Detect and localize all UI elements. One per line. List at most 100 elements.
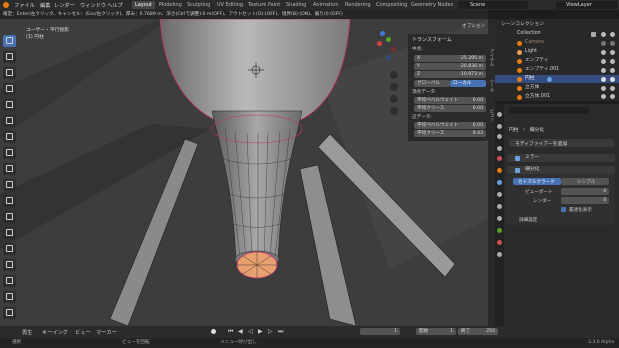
- vertex-crease-field[interactable]: 平均クリース 0.00: [414, 105, 486, 112]
- edge-crease-field[interactable]: 平均クリース 0.43: [414, 130, 486, 137]
- camera-render-icon[interactable]: [610, 77, 615, 82]
- eye-icon[interactable]: [601, 32, 606, 37]
- outliner-row-cube-001[interactable]: 立方体.001: [495, 93, 619, 101]
- camera-render-icon[interactable]: [610, 32, 615, 37]
- current-frame-field[interactable]: 1: [360, 328, 400, 335]
- advanced-label[interactable]: 詳細設定: [519, 217, 537, 223]
- search-field[interactable]: [509, 107, 589, 114]
- timeline-menu-playback[interactable]: 再生: [22, 329, 32, 336]
- eye-icon[interactable]: [601, 86, 606, 91]
- render-icon[interactable]: [497, 124, 502, 129]
- rotate-tool[interactable]: [3, 83, 16, 95]
- object-icon[interactable]: [497, 168, 502, 173]
- mirror-modifier-header[interactable]: ミラー: [507, 154, 615, 162]
- material-icon[interactable]: [497, 240, 502, 245]
- tool-settings-icon[interactable]: [497, 112, 502, 117]
- gizmo-y-icon[interactable]: [386, 37, 391, 42]
- local-toggle[interactable]: ローカル: [450, 80, 486, 87]
- scene-icon[interactable]: [497, 146, 502, 151]
- tab-item[interactable]: アイテム: [489, 49, 494, 66]
- menu-window[interactable]: ウィンドウ: [80, 2, 106, 9]
- options-button[interactable]: オプション: [462, 23, 485, 29]
- camera-render-icon[interactable]: [610, 68, 615, 73]
- tab-animation[interactable]: Animation: [310, 1, 342, 9]
- physics-icon[interactable]: [497, 204, 502, 209]
- start-frame-field[interactable]: 開始 1: [416, 328, 456, 335]
- smooth-tool[interactable]: [3, 291, 16, 303]
- vertex-bevel-field[interactable]: 平均ベベルウェイト 0.00: [414, 97, 486, 104]
- global-toggle[interactable]: グローバル: [414, 80, 450, 87]
- tab-sculpting[interactable]: Sculpting: [184, 1, 213, 9]
- add-cube-tool[interactable]: [3, 163, 16, 175]
- camera-render-icon[interactable]: [610, 41, 615, 46]
- data-icon[interactable]: [497, 228, 502, 233]
- extrude-tool[interactable]: [3, 179, 16, 191]
- modifier-wrench-icon[interactable]: [497, 180, 502, 185]
- outliner-row-collection[interactable]: Collection: [495, 30, 619, 38]
- tab-view[interactable]: ビュー: [489, 109, 494, 122]
- y-field[interactable]: Y -20.836 m: [414, 63, 486, 70]
- gizmo-neg-z-icon[interactable]: [386, 55, 391, 60]
- catmull-clark-button[interactable]: カトマルクラーク: [513, 178, 561, 185]
- tab-rendering[interactable]: Rendering: [342, 1, 374, 9]
- outliner-row-cube[interactable]: 立方体: [495, 84, 619, 92]
- loop-cut-tool[interactable]: [3, 227, 16, 239]
- tab-texture-paint[interactable]: Texture Paint: [245, 1, 283, 9]
- eye-icon[interactable]: [601, 41, 606, 46]
- tab-compositing[interactable]: Compositing: [373, 1, 410, 9]
- z-field[interactable]: Z -10.973 m: [414, 71, 486, 78]
- blender-logo-icon[interactable]: [3, 2, 9, 8]
- ortho-grid-icon[interactable]: [390, 107, 398, 115]
- camera-render-icon[interactable]: [610, 94, 615, 99]
- move-tool[interactable]: [3, 67, 16, 79]
- camera-render-icon[interactable]: [610, 59, 615, 64]
- next-key-icon[interactable]: ▷: [268, 328, 273, 335]
- particles-icon[interactable]: [497, 192, 502, 197]
- prev-key-icon[interactable]: ◀: [238, 328, 243, 335]
- record-icon[interactable]: [211, 329, 216, 334]
- inset-tool[interactable]: [3, 195, 16, 207]
- outliner-row-cylinder[interactable]: 円柱: [495, 75, 619, 83]
- camera-render-icon[interactable]: [610, 86, 615, 91]
- tab-tool[interactable]: ツール: [489, 79, 494, 92]
- gizmo-x-icon[interactable]: [377, 41, 382, 46]
- pan-hand-icon[interactable]: [390, 83, 398, 91]
- scale-tool[interactable]: [3, 99, 16, 111]
- tab-layout[interactable]: Layout: [132, 1, 155, 9]
- tab-modeling[interactable]: Modeling: [156, 1, 185, 9]
- eye-icon[interactable]: [601, 77, 606, 82]
- edge-bevel-field[interactable]: 平均ベベルウェイト 0.00: [414, 122, 486, 129]
- menu-render[interactable]: レンダー: [54, 2, 75, 9]
- scene-selector[interactable]: Scene: [458, 1, 528, 9]
- world-icon[interactable]: [497, 156, 502, 161]
- timeline-menu-keying[interactable]: キーイング: [42, 329, 68, 336]
- simple-button[interactable]: シンプル: [561, 178, 609, 185]
- camera-render-icon[interactable]: [610, 50, 615, 55]
- menu-file[interactable]: ファイル: [14, 2, 35, 9]
- tab-geometry-nodes[interactable]: Geometry Nodes: [408, 1, 456, 9]
- camera-view-icon[interactable]: [390, 95, 398, 103]
- jump-start-icon[interactable]: ⏮: [228, 328, 233, 336]
- tab-shading[interactable]: Shading: [283, 1, 309, 9]
- annotate-tool[interactable]: [3, 131, 16, 143]
- outliner-row-empty-001[interactable]: エンプティ.001: [495, 66, 619, 74]
- cursor-tool[interactable]: [3, 51, 16, 63]
- spin-tool[interactable]: [3, 275, 16, 287]
- constraints-icon[interactable]: [497, 216, 502, 221]
- outliner-row-empty[interactable]: エンプティ: [495, 57, 619, 65]
- outliner-scene-collection[interactable]: シーンコレクション: [495, 21, 619, 29]
- texture-icon[interactable]: [497, 252, 502, 257]
- knife-tool[interactable]: [3, 243, 16, 255]
- zoom-icon[interactable]: [390, 71, 398, 79]
- measure-tool[interactable]: [3, 147, 16, 159]
- output-icon[interactable]: [497, 134, 502, 139]
- transform-tool[interactable]: [3, 115, 16, 127]
- menu-help[interactable]: ヘルプ: [107, 2, 123, 9]
- gizmo-neg-x-icon[interactable]: [391, 47, 396, 52]
- eye-icon[interactable]: [601, 50, 606, 55]
- end-frame-field[interactable]: 終了 250: [458, 328, 498, 335]
- render-levels-field[interactable]: 4: [561, 197, 609, 204]
- checkbox-icon[interactable]: [591, 32, 596, 37]
- gizmo-z-icon[interactable]: [380, 31, 385, 36]
- play-icon[interactable]: ▶: [258, 328, 263, 335]
